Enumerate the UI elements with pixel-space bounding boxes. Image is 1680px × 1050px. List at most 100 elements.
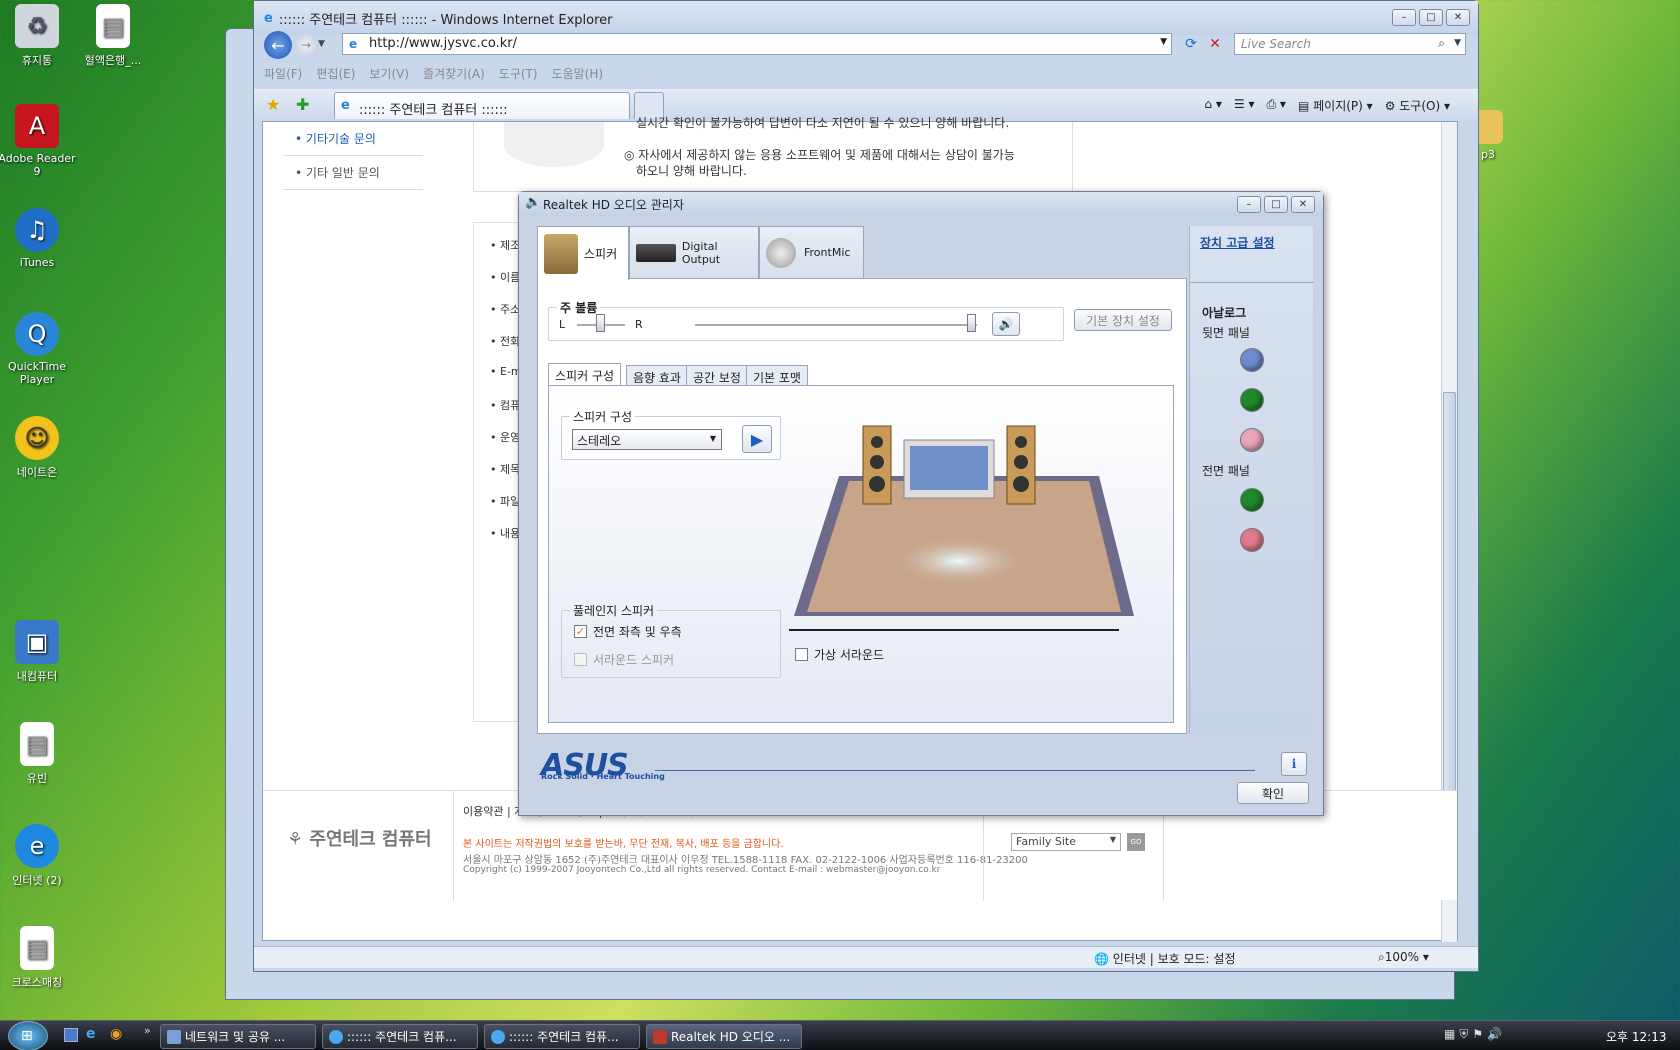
address-dropdown-icon[interactable]: ▼ bbox=[1160, 37, 1167, 47]
zoom-level[interactable]: ⌕100% ▾ bbox=[1378, 950, 1429, 965]
info-button[interactable]: i bbox=[1281, 752, 1307, 776]
family-site-go-button[interactable]: GO bbox=[1127, 833, 1145, 851]
stop-button[interactable]: ✕ bbox=[1204, 33, 1226, 55]
checkbox-disabled-icon bbox=[574, 653, 587, 666]
tab-front-mic[interactable]: FrontMic bbox=[759, 226, 864, 278]
taskbar-item-network[interactable]: 네트워크 및 공유 ... bbox=[160, 1024, 316, 1049]
zoom-icon: ⌕ bbox=[1378, 950, 1385, 964]
tray-alert-icon[interactable]: ⚑ bbox=[1472, 1027, 1487, 1041]
tools-menu[interactable]: ⚙ 도구(O) ▾ bbox=[1385, 97, 1450, 114]
front-lr-checkbox[interactable]: ✓ 전면 좌측 및 우측 bbox=[574, 623, 682, 640]
taskbar-clock[interactable]: 오후 12:13 bbox=[1606, 1028, 1666, 1045]
tray-volume-icon[interactable]: 🔊 bbox=[1487, 1027, 1506, 1041]
quicklaunch-expand-icon[interactable]: » bbox=[144, 1024, 151, 1037]
footer-logo: ⚘ 주연테크 컴퓨터 bbox=[287, 829, 432, 850]
family-site-select[interactable]: Family Site ▼ bbox=[1011, 833, 1121, 851]
subtab-speaker-config[interactable]: 스피커 구성 bbox=[548, 363, 622, 386]
subtab-default-format[interactable]: 기본 포맷 bbox=[746, 365, 808, 386]
add-favorite-icon[interactable]: ✚ bbox=[296, 95, 309, 114]
taskbar-item-ie-1[interactable]: :::::: 주연테크 컴퓨... bbox=[322, 1024, 478, 1049]
subtab-sound-effects[interactable]: 음향 효과 bbox=[626, 365, 688, 386]
back-button[interactable]: ← bbox=[264, 31, 292, 59]
status-zone[interactable]: 🌐 인터넷 | 보호 모드: 설정 bbox=[1094, 950, 1236, 967]
home-icon[interactable]: ⌂ ▾ bbox=[1204, 97, 1221, 114]
search-icon[interactable]: ⌕ bbox=[1438, 36, 1445, 51]
address-bar[interactable]: e http://www.jysvc.co.kr/ ▼ bbox=[342, 33, 1172, 55]
desktop-icon-blood-bank[interactable]: ▤ 혈액은행_... bbox=[74, 4, 152, 68]
logo-mark-icon: ⚘ bbox=[287, 829, 304, 850]
command-bar: ⌂ ▾ ☰ ▾ ⎙ ▾ ▤ 페이지(P) ▾ ⚙ 도구(O) ▾ bbox=[1204, 97, 1450, 114]
virtual-surround-checkbox[interactable]: 가상 서라운드 bbox=[795, 646, 884, 663]
tray-network-icon[interactable]: ▦ bbox=[1444, 1027, 1459, 1041]
sidenav-item-tech-inquiry[interactable]: • 기타기술 문의 bbox=[283, 122, 423, 156]
desktop-icon-internet[interactable]: e 인터넷 (2) bbox=[0, 824, 76, 888]
tab-digital-output[interactable]: Digital Output bbox=[629, 226, 759, 278]
refresh-button[interactable]: ⟳ bbox=[1180, 33, 1202, 55]
desktop-icon-itunes[interactable]: ♫ iTunes bbox=[0, 208, 76, 269]
minimize-button[interactable]: – bbox=[1237, 196, 1261, 213]
maximize-button[interactable]: □ bbox=[1264, 196, 1288, 213]
print-icon[interactable]: ⎙ ▾ bbox=[1267, 97, 1286, 114]
ie-titlebar[interactable]: e :::::: 주연테크 컴퓨터 :::::: - Windows Inter… bbox=[254, 1, 1478, 35]
menu-view[interactable]: 보기(V) bbox=[369, 65, 409, 82]
close-button[interactable]: ✕ bbox=[1446, 9, 1470, 26]
set-default-device-button[interactable]: 기본 장치 설정 bbox=[1074, 309, 1172, 331]
desktop-icon-quicktime[interactable]: Q QuickTime Player bbox=[0, 312, 76, 386]
desktop-icon-my-computer[interactable]: ▣ 내컴퓨터 bbox=[0, 620, 76, 684]
form-label: • 주소 bbox=[490, 303, 521, 316]
play-test-button[interactable]: ▶ bbox=[742, 425, 772, 453]
advanced-settings-link[interactable]: 장치 고급 설정 bbox=[1200, 234, 1275, 251]
speaker-config-group: 스피커 구성 스테레오 ▼ ▶ bbox=[561, 408, 781, 460]
form-label: • 제조 bbox=[490, 239, 521, 252]
desktop-icon-yubin[interactable]: ▤ 유빈 bbox=[0, 722, 76, 786]
volume-slider[interactable] bbox=[695, 324, 977, 326]
ie-icon[interactable]: e bbox=[86, 1026, 96, 1042]
volume-slider-thumb[interactable] bbox=[967, 314, 976, 332]
tray-shield-icon[interactable]: ⛨ bbox=[1459, 1027, 1472, 1041]
form-label: • 컴퓨 bbox=[490, 399, 521, 412]
tab-speakers[interactable]: 스피커 bbox=[537, 226, 629, 280]
search-input[interactable]: Live Search ⌕ ▼ bbox=[1234, 33, 1466, 55]
realtek-titlebar[interactable]: 🔈 Realtek HD 오디오 관리자 bbox=[519, 192, 1323, 216]
close-button[interactable]: ✕ bbox=[1291, 196, 1315, 213]
desktop-icon-recycle-bin[interactable]: ♻ 휴지통 bbox=[0, 4, 76, 68]
ok-button[interactable]: 확인 bbox=[1237, 782, 1309, 804]
subtab-room-correction[interactable]: 공간 보정 bbox=[686, 365, 748, 386]
menu-edit[interactable]: 편집(E) bbox=[316, 65, 355, 82]
show-desktop-icon[interactable] bbox=[64, 1028, 78, 1042]
page-menu[interactable]: ▤ 페이지(P) ▾ bbox=[1298, 97, 1373, 114]
status-bar: 🌐 인터넷 | 보호 모드: 설정 ⌕100% ▾ bbox=[254, 946, 1478, 968]
minimize-button[interactable]: – bbox=[1392, 9, 1416, 26]
ie-icon: e bbox=[15, 824, 59, 868]
favorites-star-icon[interactable]: ★ bbox=[266, 95, 280, 114]
feeds-icon[interactable]: ☰ ▾ bbox=[1234, 97, 1255, 114]
taskbar-item-ie-2[interactable]: :::::: 주연테크 컴퓨... bbox=[484, 1024, 640, 1049]
mute-button[interactable]: 🔊 bbox=[992, 312, 1020, 336]
rear-jack-blue[interactable] bbox=[1240, 348, 1264, 372]
desktop-icon-crossmatching[interactable]: ▤ 크로스매칭 bbox=[0, 926, 76, 990]
front-jack-green[interactable] bbox=[1240, 488, 1264, 512]
speaker-config-select[interactable]: 스테레오 ▼ bbox=[572, 429, 722, 450]
media-icon[interactable]: ◉ bbox=[110, 1026, 122, 1042]
menu-tools[interactable]: 도구(T) bbox=[499, 65, 538, 82]
play-icon: ▶ bbox=[750, 429, 764, 449]
forward-button[interactable]: → bbox=[294, 33, 318, 57]
start-button[interactable]: ⊞ bbox=[8, 1021, 48, 1050]
search-dropdown-icon[interactable]: ▼ bbox=[1454, 38, 1461, 48]
menu-favorites[interactable]: 즐겨찾기(A) bbox=[423, 65, 485, 82]
maximize-button[interactable]: □ bbox=[1419, 9, 1443, 26]
front-jack-pink[interactable] bbox=[1240, 528, 1264, 552]
rear-jack-green[interactable] bbox=[1240, 388, 1264, 412]
desktop-icon-nateon[interactable]: ☺ 네이트온 bbox=[0, 416, 76, 480]
menu-help[interactable]: 도움말(H) bbox=[552, 65, 604, 82]
menu-file[interactable]: 파일(F) bbox=[264, 65, 302, 82]
speaker-icon bbox=[653, 1030, 667, 1044]
browser-tab-active[interactable]: e :::::: 주연테크 컴퓨터 :::::: bbox=[334, 92, 630, 119]
desktop-icon-adobe-reader[interactable]: A Adobe Reader 9 bbox=[0, 104, 76, 178]
balance-slider-thumb[interactable] bbox=[596, 314, 605, 332]
rear-jack-pink[interactable] bbox=[1240, 428, 1264, 452]
sidenav-item-general-inquiry[interactable]: • 기타 일반 문의 bbox=[283, 156, 423, 190]
page-icon: e bbox=[349, 37, 358, 51]
taskbar-item-realtek[interactable]: Realtek HD 오디오 ... bbox=[646, 1024, 802, 1049]
history-dropdown[interactable]: ▼ bbox=[318, 39, 325, 49]
